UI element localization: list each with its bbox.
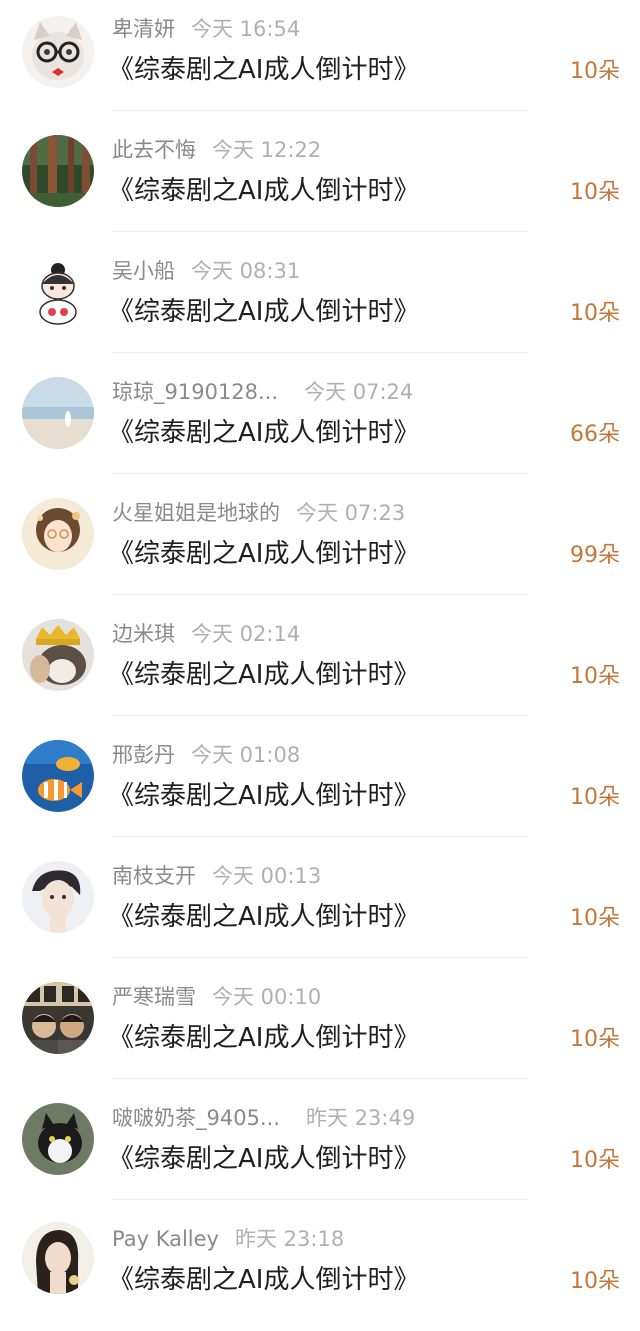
forest-avatar[interactable]	[22, 135, 94, 207]
work-title[interactable]: 《综泰剧之AI成人倒计时》	[108, 1143, 419, 1175]
work-title[interactable]: 《综泰剧之AI成人倒计时》	[108, 417, 419, 449]
record-meta: 琼琼_9190128... 今天 07:24	[112, 379, 413, 405]
work-title[interactable]: 《综泰剧之AI成人倒计时》	[108, 901, 419, 933]
gift-count: 10朵	[570, 664, 620, 689]
divider	[112, 473, 528, 474]
divider	[112, 231, 528, 232]
username[interactable]: 火星姐姐是地球的	[112, 501, 280, 525]
record-meta: 邢彭丹 今天 01:08	[112, 742, 300, 768]
record-meta: Pay Kalley 昨天 23:18	[112, 1226, 344, 1252]
record-meta: 此去不悔 今天 12:22	[112, 137, 321, 163]
group-photo-avatar[interactable]	[22, 982, 94, 1054]
timestamp: 今天 07:24	[304, 380, 414, 404]
username[interactable]: 南枝支开	[112, 864, 196, 888]
record-meta: 啵啵奶茶_9405... 昨天 23:49	[112, 1105, 415, 1131]
timestamp: 今天 07:23	[296, 501, 406, 525]
black-white-cat-avatar[interactable]	[22, 1103, 94, 1175]
tropical-fish-avatar[interactable]	[22, 740, 94, 812]
record-meta: 火星姐姐是地球的 今天 07:23	[112, 500, 405, 526]
username[interactable]: 啵啵奶茶_9405...	[112, 1106, 280, 1130]
gift-count: 10朵	[570, 59, 620, 84]
list-item[interactable]: 邢彭丹 今天 01:08 《综泰剧之AI成人倒计时》 10朵	[0, 726, 640, 847]
gift-count: 99朵	[570, 543, 620, 568]
gift-count: 10朵	[570, 1269, 620, 1294]
young-man-portrait-avatar[interactable]	[22, 861, 94, 933]
list-item[interactable]: Pay Kalley 昨天 23:18 《综泰剧之AI成人倒计时》 10朵	[0, 1210, 640, 1331]
divider	[112, 352, 528, 353]
timestamp: 今天 16:54	[191, 17, 301, 41]
record-meta: 吴小船 今天 08:31	[112, 258, 300, 284]
list-item[interactable]: 啵啵奶茶_9405... 昨天 23:49 《综泰剧之AI成人倒计时》 10朵	[0, 1089, 640, 1210]
timestamp: 昨天 23:18	[234, 1227, 345, 1251]
timestamp: 今天 00:10	[212, 985, 322, 1009]
gift-count: 10朵	[570, 180, 620, 205]
woman-portrait-avatar[interactable]	[22, 1222, 94, 1294]
record-meta: 卑清妍 今天 16:54	[112, 16, 300, 42]
list-item[interactable]: 此去不悔 今天 12:22 《综泰剧之AI成人倒计时》 10朵	[0, 121, 640, 242]
timestamp: 今天 00:13	[212, 864, 322, 888]
gift-count: 10朵	[570, 301, 620, 326]
gift-count: 10朵	[570, 906, 620, 931]
work-title[interactable]: 《综泰剧之AI成人倒计时》	[108, 659, 419, 691]
timestamp: 今天 02:14	[191, 622, 301, 646]
gift-record-list: 卑清妍 今天 16:54 《综泰剧之AI成人倒计时》 10朵 此去不悔 今天 12:…	[0, 0, 640, 1318]
username[interactable]: 此去不悔	[112, 138, 196, 162]
divider	[112, 1078, 528, 1079]
beach-avatar[interactable]	[22, 377, 94, 449]
username[interactable]: 吴小船	[112, 259, 175, 283]
divider	[112, 836, 528, 837]
record-meta: 边米琪 今天 02:14	[112, 621, 300, 647]
timestamp: 今天 01:08	[191, 743, 301, 767]
cat-with-glasses-avatar[interactable]	[22, 16, 94, 88]
gift-count: 66朵	[570, 422, 620, 447]
divider	[112, 1199, 528, 1200]
username[interactable]: 边米琪	[112, 622, 175, 646]
work-title[interactable]: 《综泰剧之AI成人倒计时》	[108, 1264, 419, 1296]
work-title[interactable]: 《综泰剧之AI成人倒计时》	[108, 1022, 419, 1054]
list-item[interactable]: 南枝支开 今天 00:13 《综泰剧之AI成人倒计时》 10朵	[0, 847, 640, 968]
list-item[interactable]: 火星姐姐是地球的 今天 07:23 《综泰剧之AI成人倒计时》 99朵	[0, 484, 640, 605]
list-item[interactable]: 吴小船 今天 08:31 《综泰剧之AI成人倒计时》 10朵	[0, 242, 640, 363]
gift-count: 10朵	[570, 785, 620, 810]
work-title[interactable]: 《综泰剧之AI成人倒计时》	[108, 175, 419, 207]
divider	[112, 957, 528, 958]
username[interactable]: 严寒瑞雪	[112, 985, 196, 1009]
username[interactable]: Pay Kalley	[112, 1227, 219, 1251]
work-title[interactable]: 《综泰剧之AI成人倒计时》	[108, 296, 419, 328]
username[interactable]: 邢彭丹	[112, 743, 175, 767]
username[interactable]: 琼琼_9190128...	[112, 380, 278, 404]
gift-count: 10朵	[570, 1027, 620, 1052]
cartoon-girl-avatar[interactable]	[22, 256, 94, 328]
divider	[112, 110, 528, 111]
timestamp: 今天 12:22	[212, 138, 322, 162]
work-title[interactable]: 《综泰剧之AI成人倒计时》	[108, 54, 419, 86]
work-title[interactable]: 《综泰剧之AI成人倒计时》	[108, 780, 419, 812]
divider	[112, 715, 528, 716]
work-title[interactable]: 《综泰剧之AI成人倒计时》	[108, 538, 419, 570]
gift-count: 10朵	[570, 1148, 620, 1173]
timestamp: 今天 08:31	[191, 259, 301, 283]
divider	[112, 594, 528, 595]
dog-with-crown-avatar[interactable]	[22, 619, 94, 691]
username[interactable]: 卑清妍	[112, 17, 175, 41]
illustrated-girl-avatar[interactable]	[22, 498, 94, 570]
list-item[interactable]: 卑清妍 今天 16:54 《综泰剧之AI成人倒计时》 10朵	[0, 0, 640, 121]
list-item[interactable]: 琼琼_9190128... 今天 07:24 《综泰剧之AI成人倒计时》 66朵	[0, 363, 640, 484]
list-item[interactable]: 严寒瑞雪 今天 00:10 《综泰剧之AI成人倒计时》 10朵	[0, 968, 640, 1089]
list-item[interactable]: 边米琪 今天 02:14 《综泰剧之AI成人倒计时》 10朵	[0, 605, 640, 726]
record-meta: 南枝支开 今天 00:13	[112, 863, 321, 889]
timestamp: 昨天 23:49	[305, 1106, 416, 1130]
record-meta: 严寒瑞雪 今天 00:10	[112, 984, 321, 1010]
